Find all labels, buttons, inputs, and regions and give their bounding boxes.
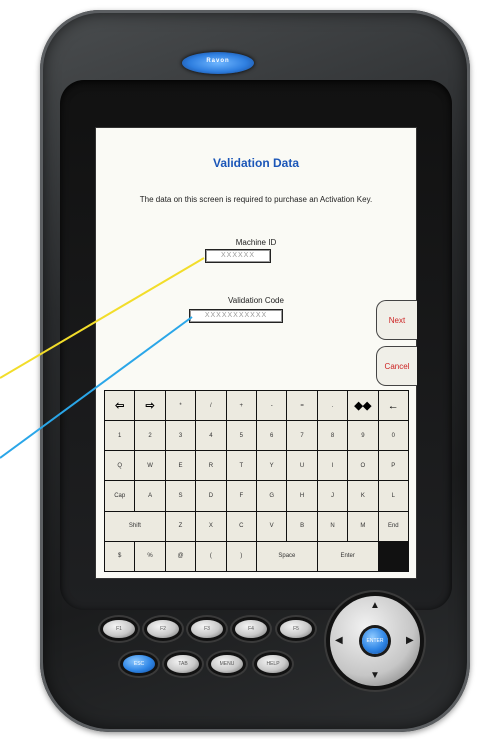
callout-lines (0, 257, 205, 459)
machine-id-callout-line (0, 257, 205, 379)
validation-code-callout-line (0, 316, 193, 459)
